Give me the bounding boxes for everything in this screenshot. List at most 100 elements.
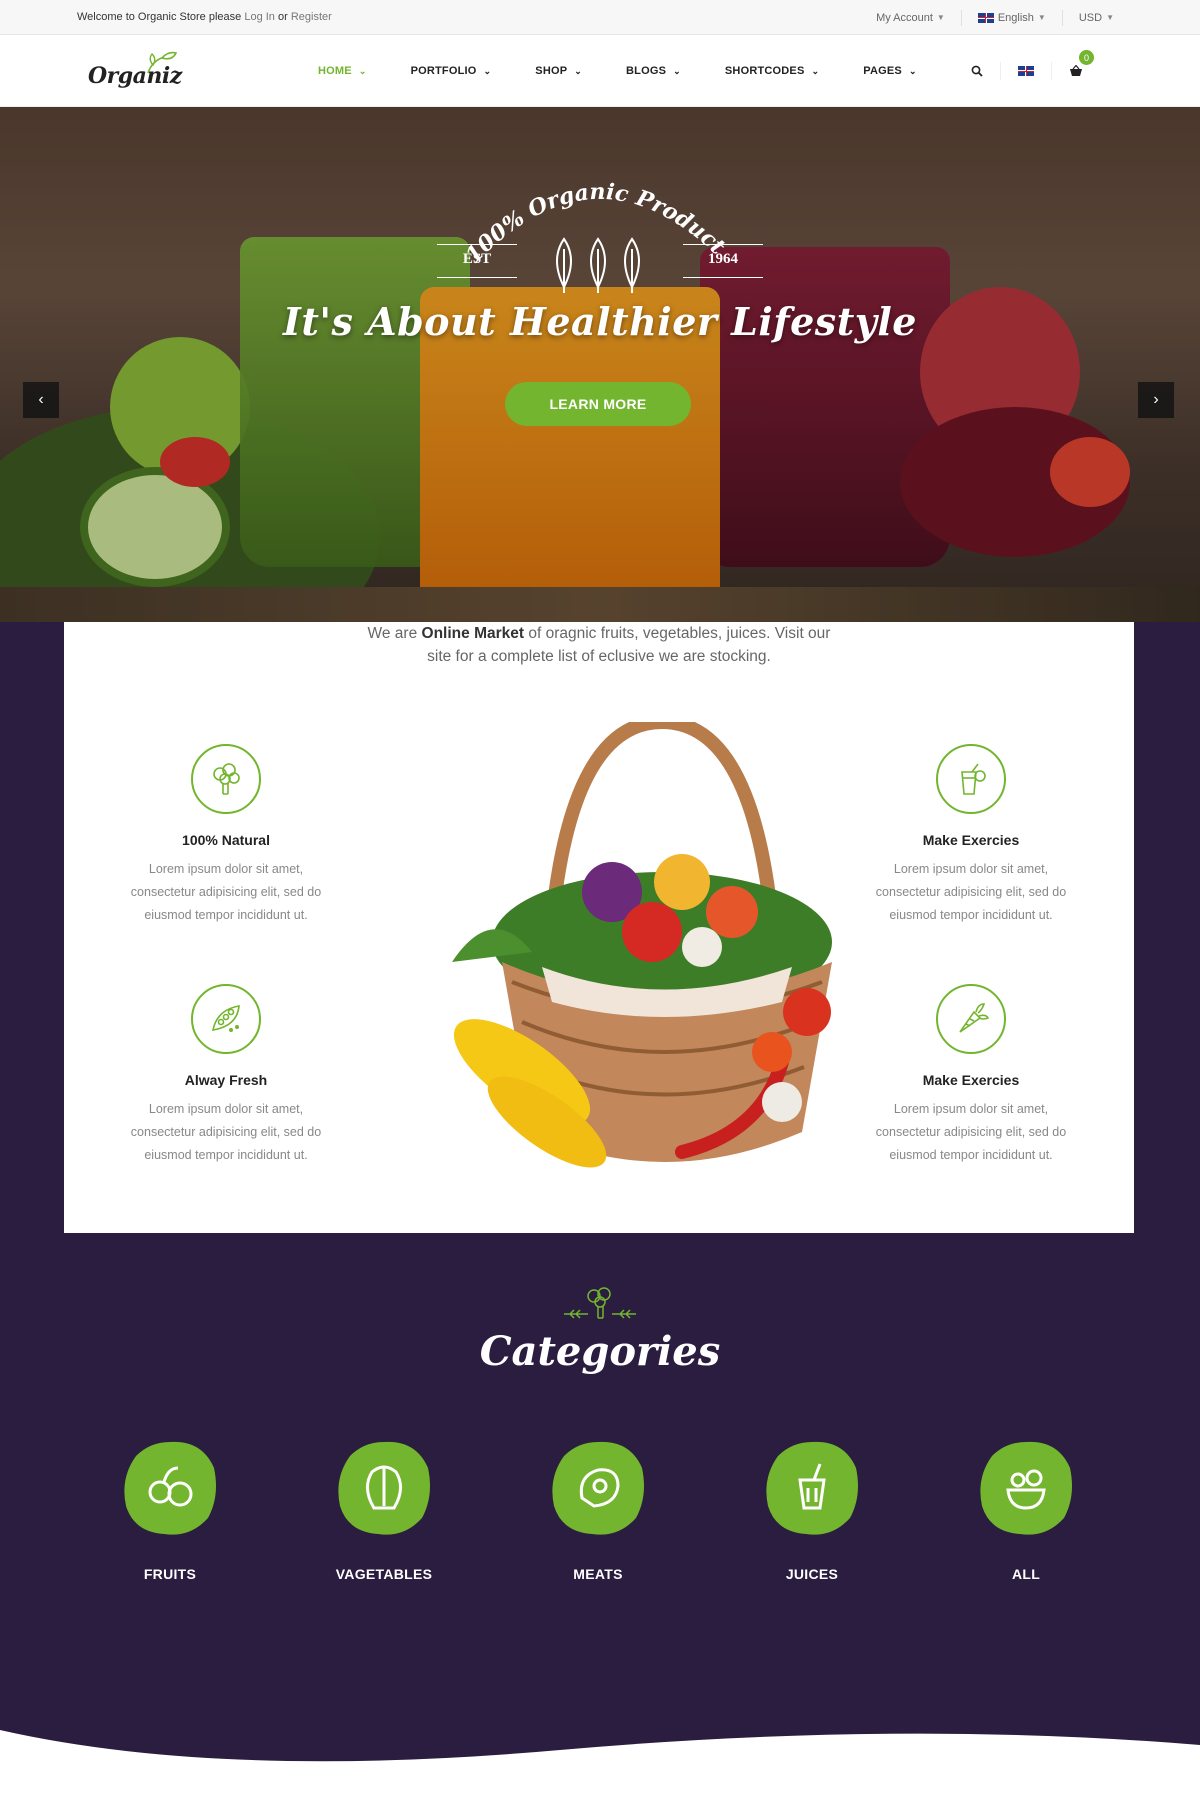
feature-icon-circle — [191, 984, 261, 1054]
juice-icon — [961, 763, 986, 795]
divider — [437, 277, 517, 278]
hero-title: It's About Healthier Lifestyle — [283, 299, 917, 344]
nav-portfolio[interactable]: PORTFOLIO ⌄ — [411, 65, 492, 77]
feature-fresh: Alway Fresh Lorem ipsum dolor sit amet, … — [126, 984, 326, 1167]
divider — [683, 277, 763, 278]
category-badge — [334, 1438, 434, 1538]
broccoli-ornament-icon — [564, 1287, 636, 1319]
slider-prev-button[interactable]: ‹ — [23, 382, 59, 418]
category-all[interactable]: ALL — [966, 1438, 1086, 1582]
meat-icon — [552, 1441, 644, 1535]
vegetable-basket-image — [452, 722, 832, 1168]
intro-text: We are Online Market of oragnic fruits, … — [64, 622, 1134, 668]
divider — [683, 244, 763, 245]
cart-button[interactable]: 0 — [1051, 50, 1100, 80]
peas-icon — [211, 1005, 240, 1032]
category-fruits[interactable]: FRUITS — [110, 1438, 230, 1582]
divider — [437, 244, 517, 245]
feature-desc: Lorem ipsum dolor sit amet, consectetur … — [130, 862, 322, 922]
category-meats[interactable]: MEATS — [538, 1438, 658, 1582]
feature-title: Alway Fresh — [184, 1072, 268, 1088]
drink-icon — [766, 1441, 858, 1535]
category-badge — [976, 1438, 1076, 1538]
feature-icon-circle — [936, 744, 1006, 814]
category-label: ALL — [1011, 1566, 1041, 1582]
chevron-down-icon: ⌄ — [358, 65, 367, 76]
category-badge — [120, 1438, 220, 1538]
basket-icon — [1070, 65, 1082, 76]
chevron-down-icon: ▼ — [1106, 13, 1114, 22]
slider-next-button[interactable]: › — [1138, 382, 1174, 418]
chevron-down-icon: ▼ — [1037, 13, 1046, 22]
topbar-controls: My Account ▼ English ▼ USD ▼ — [860, 0, 1130, 35]
category-vegetables[interactable]: VAGETABLES — [324, 1438, 444, 1582]
feature-exercise-2: Make Exercies Lorem ipsum dolor sit amet… — [871, 984, 1071, 1167]
nav-shop[interactable]: SHOP ⌄ — [535, 65, 582, 77]
nav-label: SHOP — [535, 65, 568, 77]
chevron-down-icon: ▼ — [936, 13, 945, 22]
category-label: JUICES — [785, 1566, 839, 1582]
welcome-message: Welcome to Organic Store please Log In o… — [77, 11, 332, 23]
lettuce-icon — [338, 1441, 430, 1535]
chevron-right-icon: › — [1153, 391, 1159, 408]
header-actions: 0 — [954, 35, 1100, 107]
intro-line1: of oragnic fruits, vegetables, juices. V… — [528, 625, 831, 642]
category-juices[interactable]: JUICES — [752, 1438, 872, 1582]
currency-dropdown[interactable]: USD ▼ — [1061, 9, 1130, 26]
leaf-icon — [147, 51, 178, 74]
site-header: Organiz HOME ⌄ PORTFOLIO ⌄ SHOP ⌄ BLOGS ⌄ SH… — [0, 35, 1200, 107]
nav-label: BLOGS — [626, 65, 667, 77]
uk-flag-icon — [977, 12, 994, 23]
feature-icon-circle — [936, 984, 1006, 1054]
chevron-left-icon: ‹ — [38, 391, 44, 408]
intro-line2: site for a complete list of eclusive we … — [427, 648, 771, 665]
broccoli-icon — [213, 763, 240, 795]
carrot-icon — [959, 1003, 990, 1033]
nav-pages[interactable]: PAGES ⌄ — [863, 65, 916, 77]
hero-slider: 100% Organic Products EST 1964 It's Abou… — [0, 107, 1200, 622]
currency-label: USD — [1078, 11, 1103, 24]
language-label: English — [997, 11, 1034, 24]
section-wave-divider — [0, 1730, 1200, 1800]
uk-flag-icon — [1018, 66, 1034, 76]
fruit-icon — [124, 1441, 216, 1535]
three-leaves-icon — [556, 237, 640, 293]
main-nav: HOME ⌄ PORTFOLIO ⌄ SHOP ⌄ BLOGS ⌄ SHORTCODES… — [318, 35, 961, 107]
features-panel: We are Online Market of oragnic fruits, … — [64, 622, 1134, 1233]
chevron-down-icon: ⌄ — [811, 65, 820, 76]
feature-icon-circle — [191, 744, 261, 814]
feature-desc: Lorem ipsum dolor sit amet, consectetur … — [130, 1102, 322, 1162]
categories-ornament — [0, 1284, 1200, 1329]
category-label: FRUITS — [143, 1566, 197, 1582]
intro-highlight: Online Market — [421, 625, 525, 642]
register-link[interactable]: Register — [291, 11, 332, 23]
feature-title: 100% Natural — [182, 832, 270, 848]
hero-content: 100% Organic Products EST 1964 It's Abou… — [0, 107, 1200, 622]
nav-label: PORTFOLIO — [410, 65, 477, 77]
feature-desc: Lorem ipsum dolor sit amet, consectetur … — [875, 862, 1067, 922]
login-link[interactable]: Log In — [244, 11, 275, 23]
chevron-down-icon: ⌄ — [673, 65, 681, 76]
nav-blogs[interactable]: BLOGS ⌄ — [626, 65, 681, 77]
nav-label: SHORTCODES — [724, 65, 805, 77]
category-badge — [548, 1438, 648, 1538]
chevron-down-icon: ⌄ — [483, 65, 492, 76]
feature-title: Make Exercies — [922, 1072, 1020, 1088]
chevron-down-icon: ⌄ — [574, 65, 583, 76]
language-switch[interactable] — [1000, 62, 1051, 80]
site-logo[interactable]: Organiz — [86, 49, 186, 93]
feature-exercise-1: Make Exercies Lorem ipsum dolor sit amet… — [871, 744, 1071, 927]
category-label: VAGETABLES — [335, 1566, 433, 1582]
nav-label: HOME — [318, 65, 352, 77]
search-button[interactable] — [954, 62, 1000, 80]
my-account-dropdown[interactable]: My Account ▼ — [860, 10, 961, 26]
category-badge — [762, 1438, 862, 1538]
est-label: EST — [462, 251, 492, 267]
nav-home[interactable]: HOME ⌄ — [318, 65, 367, 77]
chevron-down-icon: ⌄ — [908, 65, 917, 76]
language-dropdown[interactable]: English ▼ — [960, 9, 1062, 26]
feature-natural: 100% Natural Lorem ipsum dolor sit amet,… — [126, 744, 326, 927]
nav-shortcodes[interactable]: SHORTCODES ⌄ — [725, 65, 819, 77]
learn-more-button[interactable]: LEARN MORE — [505, 382, 691, 426]
search-icon — [971, 65, 983, 77]
